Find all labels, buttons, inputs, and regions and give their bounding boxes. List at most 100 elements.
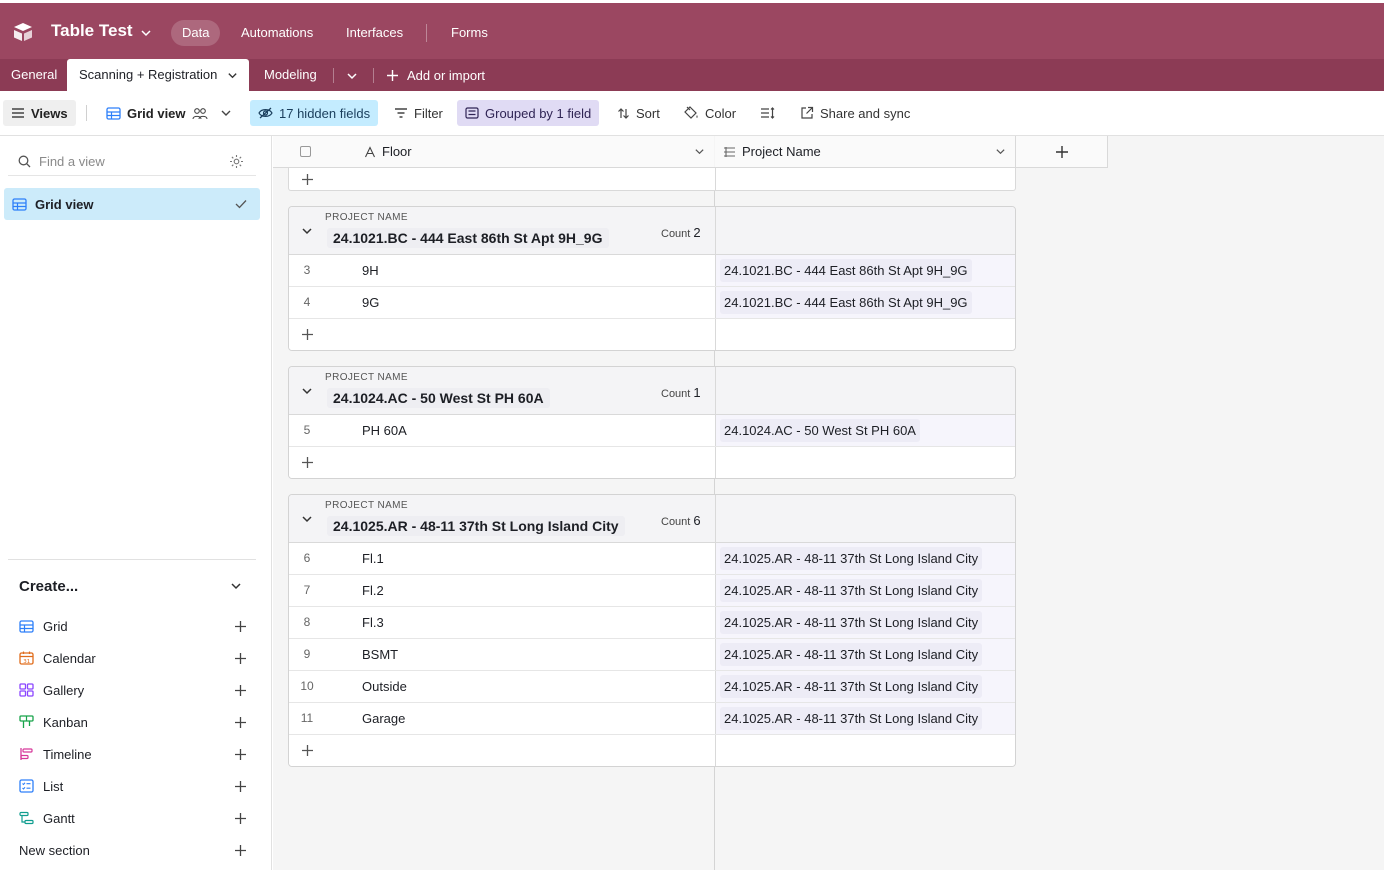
all-tables-chevron-icon[interactable]: [346, 70, 358, 82]
add-record-row[interactable]: [289, 319, 1015, 350]
add-record-plus-icon[interactable]: [301, 173, 314, 186]
table-row[interactable]: 11 Garage 24.1025.AR - 48-11 37th St Lon…: [289, 703, 1015, 735]
add-record-plus-icon[interactable]: [301, 328, 314, 341]
list-icon: [19, 779, 34, 793]
column-header-project-name[interactable]: Project Name: [715, 136, 1016, 167]
chevron-down-icon[interactable]: [301, 513, 313, 525]
table-row[interactable]: 4 9G 24.1021.BC - 444 East 86th St Apt 9…: [289, 287, 1015, 319]
create-timeline-button[interactable]: Timeline: [19, 743, 247, 765]
tab-data[interactable]: Data: [171, 20, 221, 46]
table-row[interactable]: 8 Fl.3 24.1025.AR - 48-11 37th St Long I…: [289, 607, 1015, 639]
views-sidebar: Grid view Create... Grid 31 Calendar Gall…: [0, 136, 272, 870]
table-row[interactable]: 6 Fl.1 24.1025.AR - 48-11 37th St Long I…: [289, 543, 1015, 575]
table-tab-general[interactable]: General: [1, 59, 67, 91]
floor-cell[interactable]: Fl.1: [362, 543, 384, 574]
chevron-down-icon[interactable]: [995, 146, 1006, 157]
add-record-plus-icon[interactable]: [301, 456, 314, 469]
project-name-cell[interactable]: 24.1025.AR - 48-11 37th St Long Island C…: [715, 671, 1015, 702]
add-record-plus-icon[interactable]: [301, 744, 314, 757]
project-name-cell[interactable]: 24.1024.AC - 50 West St PH 60A: [715, 415, 1015, 446]
create-gantt-button[interactable]: Gantt: [19, 807, 247, 829]
floor-cell[interactable]: Fl.2: [362, 575, 384, 606]
base-logo-icon[interactable]: [12, 22, 34, 42]
chevron-down-icon: [221, 110, 231, 116]
empty-cell: [715, 735, 1015, 766]
group-icon: [465, 107, 479, 119]
floor-cell[interactable]: PH 60A: [362, 415, 407, 446]
count-value: 6: [693, 513, 701, 528]
create-new-section-button[interactable]: New section: [19, 839, 247, 861]
find-view-input[interactable]: [39, 154, 219, 169]
project-name-cell[interactable]: 24.1025.AR - 48-11 37th St Long Island C…: [715, 607, 1015, 638]
grid-view-icon: [106, 106, 121, 120]
select-all-checkbox[interactable]: [300, 146, 311, 157]
group-header[interactable]: PROJECT NAME 24.1021.BC - 444 East 86th …: [289, 207, 1015, 255]
project-name-cell[interactable]: 24.1025.AR - 48-11 37th St Long Island C…: [715, 639, 1015, 670]
table-tab-scanning-registration[interactable]: Scanning + Registration: [67, 59, 249, 91]
chevron-down-icon[interactable]: [301, 385, 313, 397]
color-button[interactable]: Color: [676, 100, 744, 126]
hidden-fields-button[interactable]: 17 hidden fields: [250, 100, 379, 126]
table-row[interactable]: 5 PH 60A 24.1024.AC - 50 West St PH 60A: [289, 415, 1015, 447]
create-section-toggle[interactable]: Create...: [19, 576, 247, 596]
column-header-label: Floor: [382, 144, 412, 159]
sort-button[interactable]: Sort: [609, 100, 668, 126]
gear-icon[interactable]: [229, 154, 244, 169]
share-and-sync-button[interactable]: Share and sync: [792, 100, 918, 126]
group-title: 24.1024.AC - 50 West St PH 60A: [327, 388, 550, 408]
group-button[interactable]: Grouped by 1 field: [457, 100, 600, 126]
create-item-label: List: [43, 778, 64, 794]
sidebar-view-grid-view[interactable]: Grid view: [4, 188, 260, 220]
floor-cell[interactable]: Fl.3: [362, 607, 384, 638]
chevron-down-icon[interactable]: [301, 225, 313, 237]
table-row[interactable]: 9 BSMT 24.1025.AR - 48-11 37th St Long I…: [289, 639, 1015, 671]
create-gallery-button[interactable]: Gallery: [19, 679, 247, 701]
add-record-row[interactable]: [289, 735, 1015, 766]
view-switcher-button[interactable]: Grid view: [98, 100, 240, 126]
create-list-button[interactable]: List: [19, 775, 247, 797]
views-toggle-button[interactable]: Views: [3, 100, 76, 126]
row-number: 9: [303, 647, 311, 661]
table-row[interactable]: 7 Fl.2 24.1025.AR - 48-11 37th St Long I…: [289, 575, 1015, 607]
tab-interfaces[interactable]: Interfaces: [335, 20, 414, 46]
group-header[interactable]: PROJECT NAME 24.1024.AC - 50 West St PH …: [289, 367, 1015, 415]
base-title[interactable]: Table Test: [51, 21, 133, 41]
checkmark-icon: [235, 200, 247, 209]
row-number: 4: [303, 295, 311, 309]
project-name-cell[interactable]: 24.1025.AR - 48-11 37th St Long Island C…: [715, 703, 1015, 734]
project-name-cell[interactable]: 24.1021.BC - 444 East 86th St Apt 9H_9G: [715, 255, 1015, 286]
chevron-down-icon[interactable]: [694, 146, 705, 157]
calendar-icon: 31: [19, 651, 34, 665]
tab-forms[interactable]: Forms: [440, 20, 499, 46]
add-or-import-button[interactable]: Add or import: [386, 59, 485, 91]
add-field-button[interactable]: [1016, 136, 1108, 167]
table-row[interactable]: 10 Outside 24.1025.AR - 48-11 37th St Lo…: [289, 671, 1015, 703]
create-grid-button[interactable]: Grid: [19, 615, 247, 637]
chevron-down-icon[interactable]: [140, 27, 152, 39]
floor-cell[interactable]: 9G: [362, 287, 379, 318]
column-header-floor[interactable]: Floor: [273, 136, 714, 167]
floor-cell[interactable]: 9H: [362, 255, 379, 286]
project-name-cell[interactable]: 24.1021.BC - 444 East 86th St Apt 9H_9G: [715, 287, 1015, 318]
add-record-row[interactable]: [289, 447, 1015, 478]
table-row[interactable]: 3 9H 24.1021.BC - 444 East 86th St Apt 9…: [289, 255, 1015, 287]
floor-cell[interactable]: BSMT: [362, 639, 398, 670]
floor-cell[interactable]: Garage: [362, 703, 405, 734]
create-calendar-button[interactable]: 31 Calendar: [19, 647, 247, 669]
chevron-down-icon[interactable]: [227, 70, 238, 81]
tab-automations[interactable]: Automations: [230, 20, 324, 46]
plus-icon: [1055, 145, 1068, 158]
filter-button[interactable]: Filter: [386, 100, 451, 126]
group-header[interactable]: PROJECT NAME 24.1025.AR - 48-11 37th St …: [289, 495, 1015, 543]
create-kanban-button[interactable]: Kanban: [19, 711, 247, 733]
eye-slash-icon: [258, 107, 273, 119]
project-name-pill: 24.1025.AR - 48-11 37th St Long Island C…: [720, 643, 983, 666]
project-name-cell[interactable]: 24.1025.AR - 48-11 37th St Long Island C…: [715, 575, 1015, 606]
project-name-cell[interactable]: 24.1025.AR - 48-11 37th St Long Island C…: [715, 543, 1015, 574]
plus-icon: [235, 780, 246, 792]
floor-cell[interactable]: Outside: [362, 671, 407, 702]
table-tab-modeling[interactable]: Modeling: [254, 59, 327, 91]
row-height-button[interactable]: [752, 100, 783, 126]
create-item-label: Gantt: [43, 810, 75, 826]
svg-text:31: 31: [23, 659, 30, 665]
